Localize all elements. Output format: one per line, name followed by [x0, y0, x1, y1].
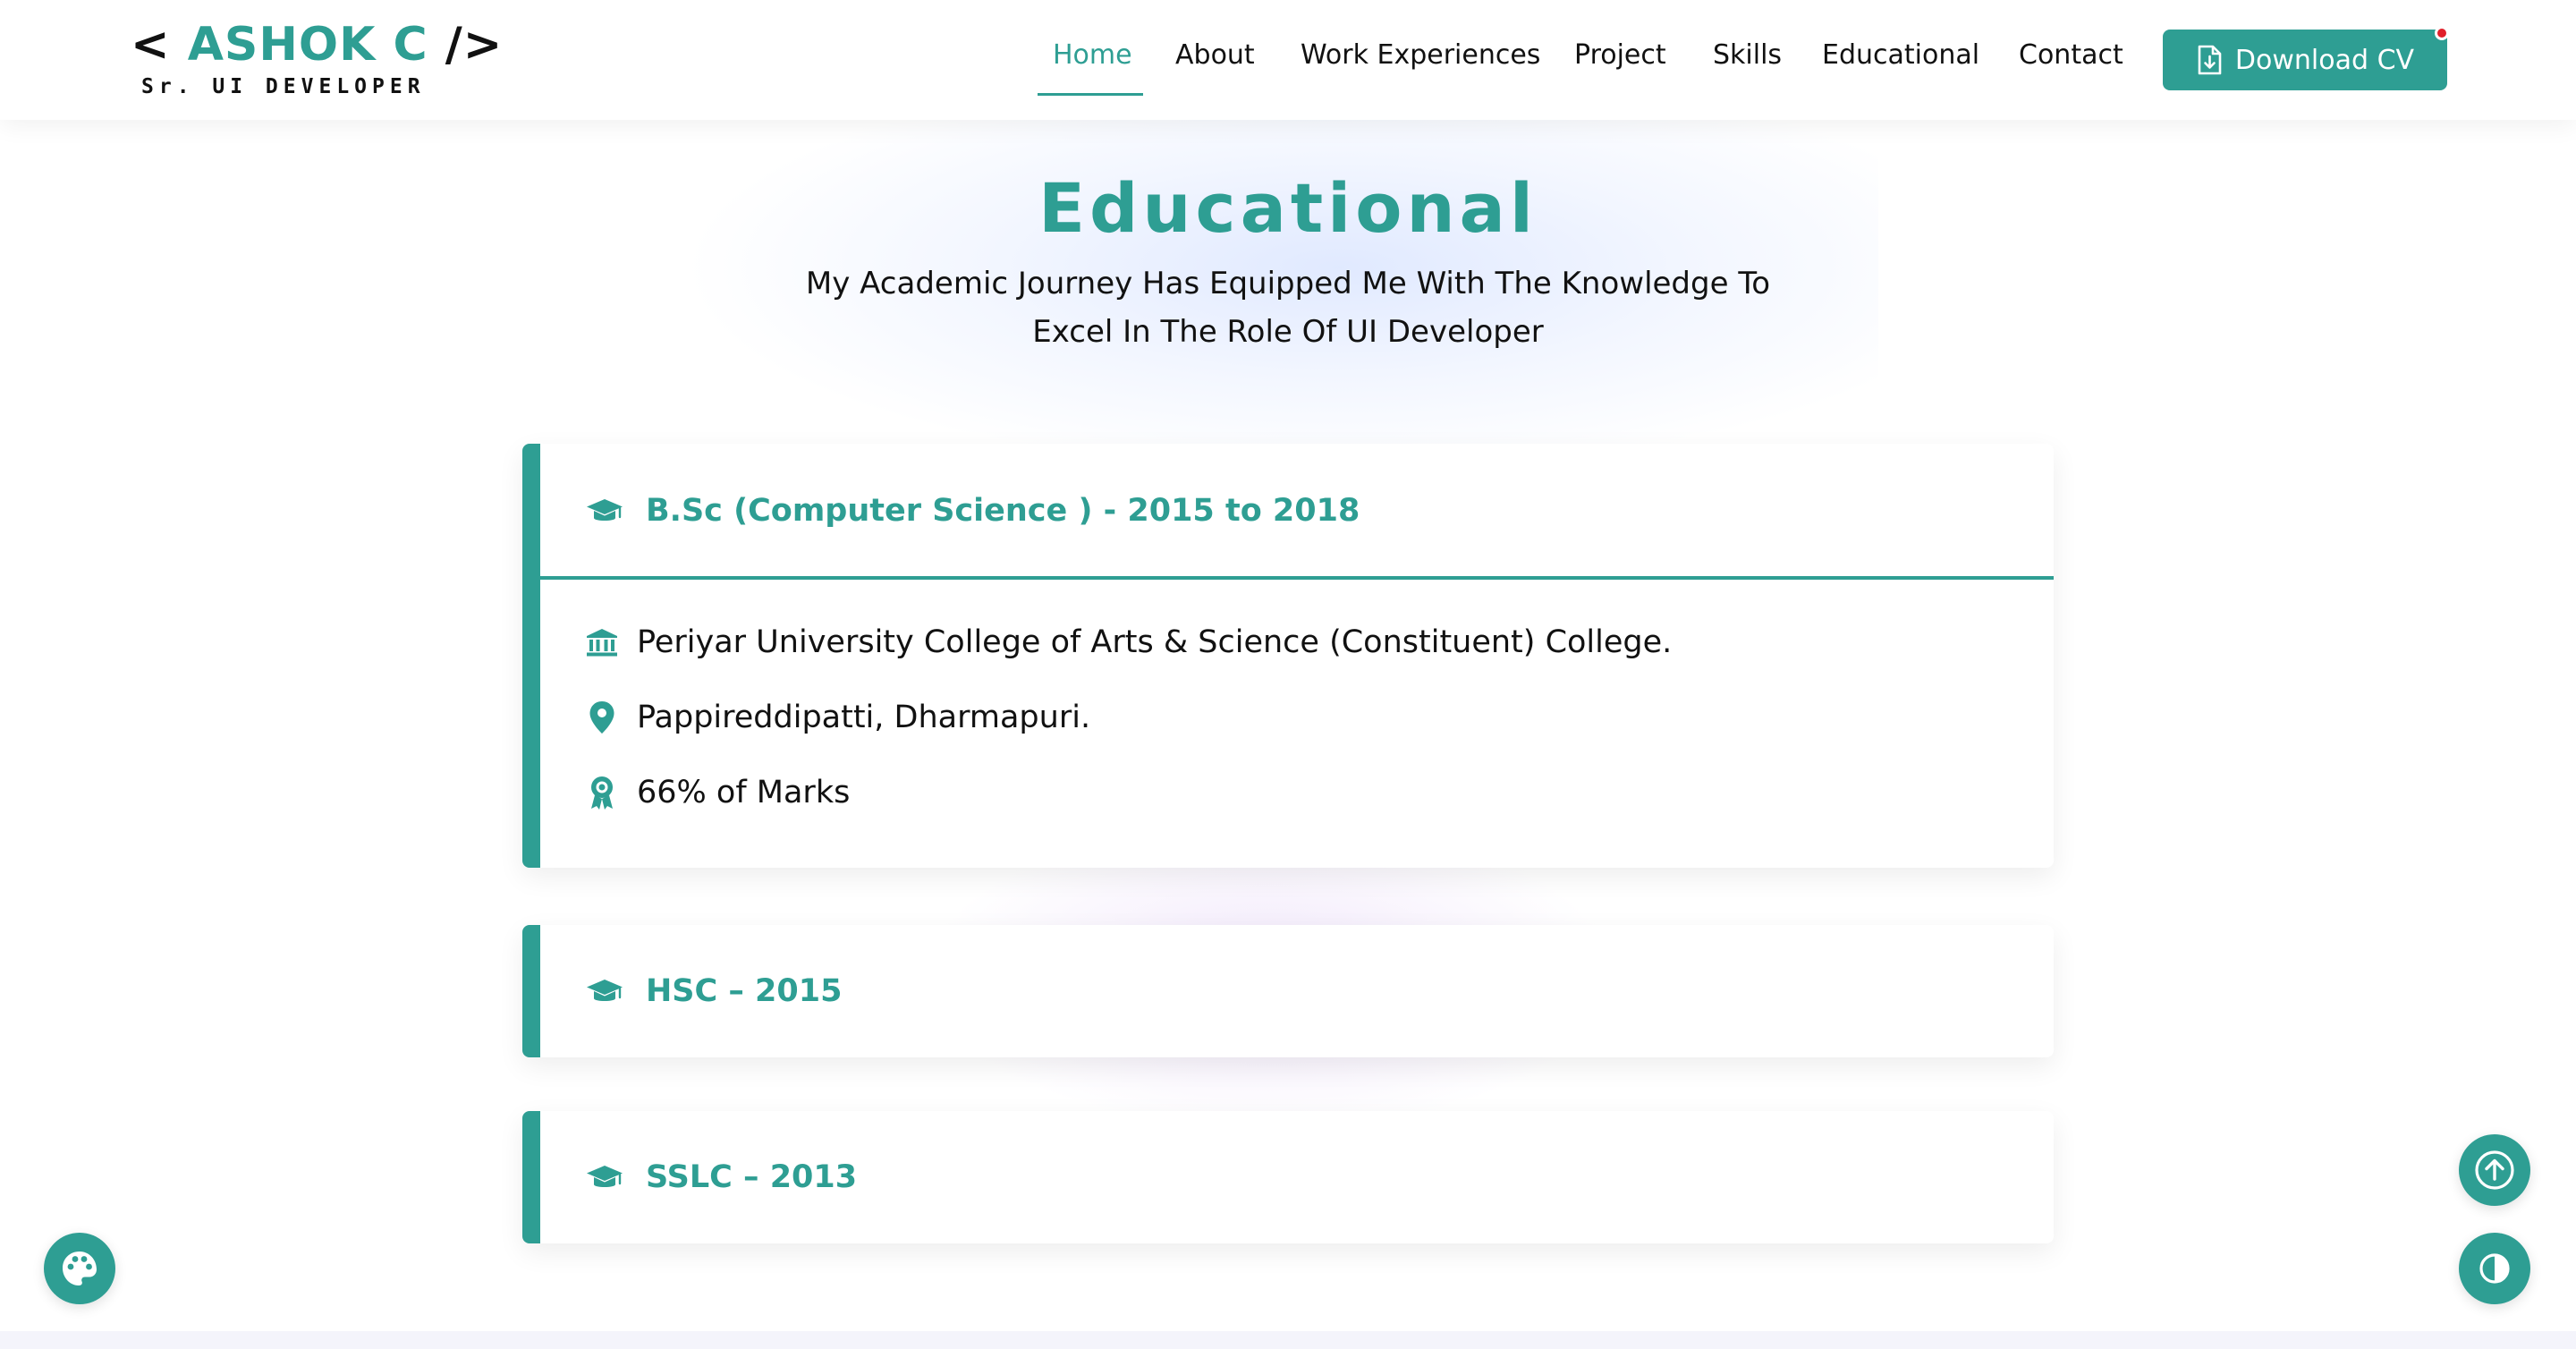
contrast-icon	[2479, 1252, 2511, 1285]
logo-bracket-open: <	[131, 18, 171, 72]
education-card-bsc: B.Sc (Computer Science ) - 2015 to 2018 …	[522, 444, 2054, 868]
graduation-cap-icon	[585, 1162, 624, 1192]
section-title: Educational	[1038, 168, 1538, 248]
logo-subtitle: Sr. UI DEVELOPER	[141, 75, 426, 98]
nav-home[interactable]: Home	[1053, 39, 1132, 81]
nav-contact[interactable]: Contact	[2019, 39, 2123, 81]
marks-text: 66% of Marks	[637, 775, 851, 810]
education-card-sslc: SSLC – 2013	[522, 1111, 2054, 1243]
education-title: B.Sc (Computer Science ) - 2015 to 2018	[646, 493, 1360, 529]
award-icon	[585, 775, 619, 810]
section-subtitle-line: My Academic Journey Has Equipped Me With…	[805, 266, 1771, 301]
palette-icon	[60, 1249, 99, 1288]
site-logo[interactable]: < ASHOK C /> Sr. UI DEVELOPER	[131, 18, 502, 107]
education-title: SSLC – 2013	[646, 1159, 858, 1195]
nav-skills[interactable]: Skills	[1713, 39, 1782, 81]
download-cv-button[interactable]: Download CV	[2163, 26, 2449, 90]
file-download-icon	[2196, 45, 2223, 75]
institution-row: Periyar University College of Arts & Sci…	[585, 624, 1672, 660]
site-header: < ASHOK C /> Sr. UI DEVELOPER Home About…	[0, 0, 2576, 120]
nav-project[interactable]: Project	[1574, 39, 1666, 81]
notification-dot	[2435, 26, 2449, 40]
university-icon	[585, 627, 619, 658]
graduation-cap-icon	[585, 496, 624, 526]
education-card-header[interactable]: HSC – 2015	[540, 925, 2054, 1057]
download-cv-label: Download CV	[2234, 44, 2415, 76]
dark-mode-toggle[interactable]	[2459, 1233, 2530, 1304]
theme-palette-button[interactable]	[44, 1233, 115, 1304]
footer-edge	[0, 1331, 2576, 1349]
logo-wordmark: < ASHOK C />	[131, 18, 503, 72]
institution-text: Periyar University College of Arts & Sci…	[637, 624, 1673, 660]
nav-about[interactable]: About	[1175, 39, 1255, 81]
arrow-up-circle-icon	[2473, 1149, 2516, 1192]
education-card-header[interactable]: B.Sc (Computer Science ) - 2015 to 2018	[540, 444, 2054, 580]
logo-bracket-close: />	[445, 18, 504, 72]
education-card-hsc: HSC – 2015	[522, 925, 2054, 1057]
education-title: HSC – 2015	[646, 973, 843, 1009]
nav-educational[interactable]: Educational	[1822, 39, 1979, 81]
location-text: Pappireddipatti, Dharmapuri.	[637, 700, 1091, 735]
nav-active-indicator	[1038, 93, 1143, 96]
location-row: Pappireddipatti, Dharmapuri.	[585, 700, 1090, 735]
education-card-body: Periyar University College of Arts & Sci…	[540, 578, 2054, 868]
marks-row: 66% of Marks	[585, 775, 850, 810]
nav-work-experiences[interactable]: Work Experiences	[1301, 39, 1540, 81]
page: < ASHOK C /> Sr. UI DEVELOPER Home About…	[0, 0, 2576, 1349]
education-card-header[interactable]: SSLC – 2013	[540, 1111, 2054, 1243]
logo-name: ASHOK C	[187, 18, 428, 72]
scroll-to-top-button[interactable]	[2459, 1134, 2530, 1206]
section-subtitle-line: Excel In The Role Of UI Developer	[1032, 314, 1544, 350]
map-pin-icon	[585, 700, 619, 734]
graduation-cap-icon	[585, 976, 624, 1006]
section-subtitle: My Academic Journey Has Equipped Me With…	[805, 259, 1771, 356]
